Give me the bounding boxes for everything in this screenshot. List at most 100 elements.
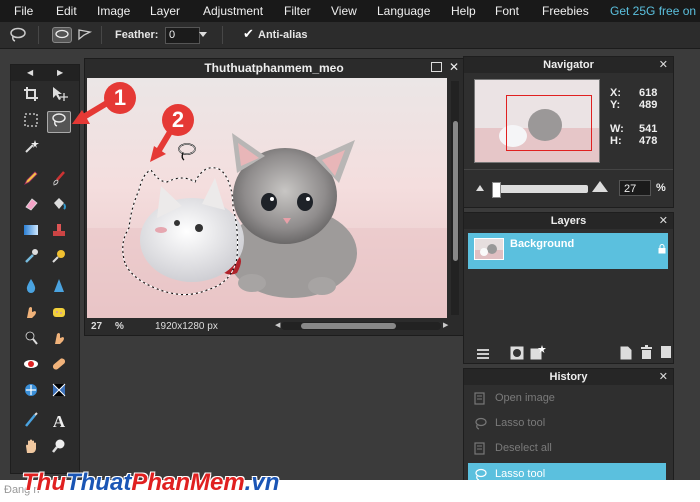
close-icon[interactable]: ✕: [449, 60, 459, 74]
magic-wand-tool[interactable]: [19, 137, 43, 159]
crop-tool[interactable]: [19, 85, 43, 107]
image-canvas[interactable]: [87, 78, 447, 318]
maximize-icon[interactable]: [431, 62, 442, 72]
smudge-tool[interactable]: [19, 303, 43, 325]
nav-w-label: W:: [610, 123, 624, 135]
bucket-tool[interactable]: [47, 195, 71, 217]
close-icon[interactable]: ✕: [659, 369, 668, 385]
lasso-icon: [50, 112, 68, 133]
horizontal-scroll-thumb[interactable]: [301, 323, 396, 329]
pencil-icon: [23, 170, 39, 191]
antialias-checkbox[interactable]: ✔: [243, 26, 254, 42]
zoom-value[interactable]: 27: [91, 321, 102, 332]
history-item-lasso[interactable]: Lasso tool: [468, 412, 666, 434]
menu-image[interactable]: Image: [97, 4, 130, 18]
spot-heal-tool[interactable]: [47, 355, 71, 377]
zoom-slider-handle[interactable]: [492, 182, 501, 198]
nav-x-label: X:: [610, 87, 621, 99]
document-icon: [474, 391, 487, 405]
layer-effects-icon[interactable]: [530, 345, 546, 366]
pen-tool[interactable]: [19, 411, 43, 433]
history-item-label: Deselect all: [495, 442, 552, 454]
history-item-deselect[interactable]: Deselect all: [468, 437, 666, 459]
zoom-in-icon[interactable]: [592, 181, 608, 192]
menu-freebies[interactable]: Freebies: [542, 4, 589, 18]
zoom-slider[interactable]: [492, 185, 588, 193]
close-icon[interactable]: ✕: [659, 213, 668, 229]
marquee-icon: [23, 112, 39, 133]
dodge-tool[interactable]: [47, 329, 71, 351]
history-title: History: [464, 369, 673, 385]
menu-help[interactable]: Help: [451, 4, 476, 18]
menu-font[interactable]: Font: [495, 4, 519, 18]
layer-settings-icon[interactable]: [476, 347, 490, 365]
sharpen-tool[interactable]: [47, 277, 71, 299]
dodge-icon: [51, 330, 67, 351]
menu-file[interactable]: File: [14, 4, 33, 18]
lasso-tool[interactable]: [47, 111, 71, 133]
history-item-open-image[interactable]: Open image: [468, 387, 666, 409]
nav-h-value: 478: [639, 135, 658, 147]
menu-view[interactable]: View: [331, 4, 357, 18]
menu-edit[interactable]: Edit: [56, 4, 77, 18]
marquee-tool[interactable]: [19, 111, 43, 133]
eraser-tool[interactable]: [19, 195, 43, 217]
gradient-tool[interactable]: [19, 221, 43, 243]
chevron-down-icon[interactable]: [199, 32, 207, 37]
navigator-zoom-field[interactable]: 27: [619, 180, 651, 196]
red-eye-tool[interactable]: [19, 355, 43, 377]
move-tool[interactable]: [47, 85, 71, 107]
zoom-out-icon[interactable]: [476, 185, 484, 191]
nav-y-label: Y:: [610, 99, 621, 111]
annotation-arrow-2: [150, 130, 173, 162]
menu-language[interactable]: Language: [377, 4, 430, 18]
lasso-icon: [9, 26, 27, 49]
move-icon: [50, 85, 68, 108]
nav-w-value: 541: [639, 123, 658, 135]
history-item-label: Lasso tool: [495, 417, 546, 429]
zoom-tool[interactable]: [47, 437, 71, 459]
menu-layer[interactable]: Layer: [150, 4, 180, 18]
close-icon[interactable]: ✕: [659, 57, 668, 73]
lasso-mode-freehand-button[interactable]: [52, 27, 72, 43]
pencil-tool[interactable]: [19, 169, 43, 191]
annotation-arrow-1: [72, 97, 115, 124]
menu-filter[interactable]: Filter: [284, 4, 311, 18]
chevron-left-icon[interactable]: ◀: [275, 321, 280, 329]
blur-tool[interactable]: [19, 277, 43, 299]
bloat-tool[interactable]: [19, 381, 43, 403]
sponge-tool[interactable]: [47, 303, 71, 325]
chevron-left-icon[interactable]: ◀: [27, 68, 33, 77]
brush-tool[interactable]: [47, 169, 71, 191]
pinch-tool[interactable]: [47, 381, 71, 403]
nav-h-label: H:: [610, 135, 622, 147]
color-replace-tool[interactable]: [47, 247, 71, 269]
clone-stamp-tool[interactable]: [47, 221, 71, 243]
redeye-icon: [23, 356, 39, 377]
hand-icon: [23, 438, 39, 459]
menu-adjustment[interactable]: Adjustment: [203, 4, 263, 18]
vertical-scroll-thumb[interactable]: [453, 121, 458, 261]
navigator-panel: Navigator ✕ X: 618 Y: 489 W: 541 H: 478 …: [463, 56, 674, 208]
promo-link[interactable]: Get 25G free on D: [610, 4, 700, 18]
drop-icon: [23, 278, 39, 299]
separator: [222, 26, 223, 44]
navigator-view-box[interactable]: [506, 95, 592, 151]
nav-y-value: 489: [639, 99, 658, 111]
layer-mask-icon[interactable]: [510, 346, 524, 365]
navigator-zoom-unit: %: [656, 182, 666, 194]
separator: [101, 26, 102, 44]
layer-new-icon[interactable]: [660, 345, 672, 364]
new-layer-icon[interactable]: [620, 346, 632, 365]
chevron-right-icon[interactable]: ▶: [443, 321, 448, 329]
chevron-right-icon[interactable]: ▶: [57, 68, 63, 77]
color-picker-tool[interactable]: [19, 247, 43, 269]
lasso-mode-polygon-button[interactable]: [76, 27, 94, 41]
trash-icon[interactable]: [640, 345, 653, 365]
zoom-unit: %: [115, 321, 124, 332]
hand-tool[interactable]: [19, 437, 43, 459]
burn-tool[interactable]: [19, 329, 43, 351]
layer-row[interactable]: Background: [468, 233, 668, 269]
feather-field[interactable]: 0: [165, 27, 200, 44]
text-tool[interactable]: A: [47, 411, 71, 433]
